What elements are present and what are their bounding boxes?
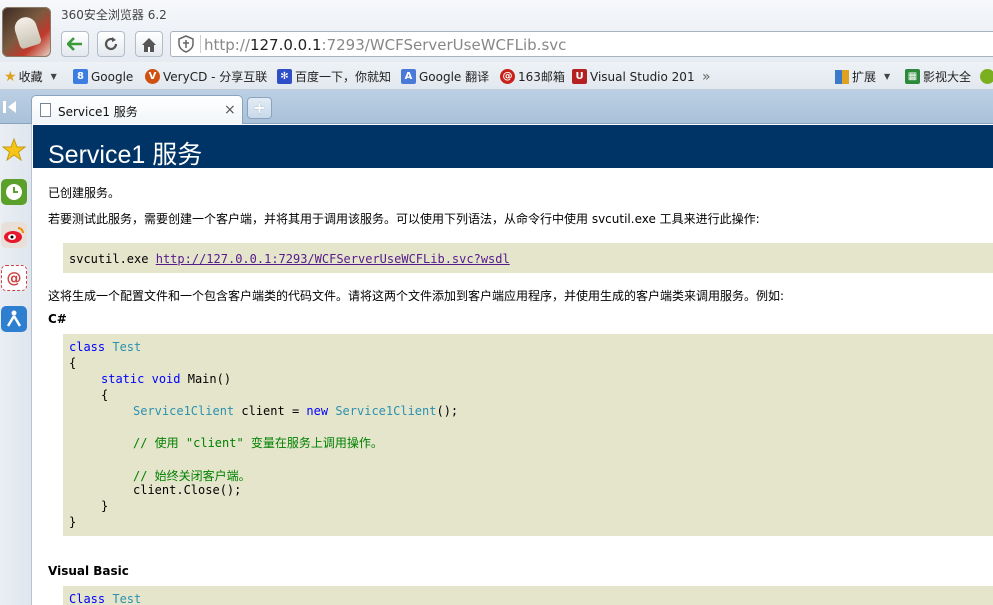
svcutil-exe: svcutil.exe — [69, 252, 149, 266]
svcutil-command: svcutil.exe http://127.0.0.1:7293/WCFSer… — [69, 252, 510, 266]
security-shield-icon — [178, 35, 194, 53]
bookmark-label: 收藏 — [18, 70, 43, 84]
test-instructions-text: 若要测试此服务，需要创建一个客户端，并将其用于调用该服务。可以使用下列语法，从命… — [48, 212, 760, 226]
bookmark-label: 影视大全 — [923, 70, 972, 84]
back-button[interactable] — [61, 31, 89, 57]
mail-sidebar-icon[interactable]: @ — [1, 265, 27, 291]
browser-logo — [2, 7, 51, 57]
code-comment: // 始终关闭客户端。 — [133, 469, 251, 483]
left-sidebar: @ — [0, 124, 32, 605]
address-bar[interactable]: http://127.0.0.1:7293/WCFServerUseWCFLib… — [170, 31, 993, 57]
code-line: Service1Client client = new Service1Clie… — [133, 404, 459, 418]
page-content: Service1 服务 已创建服务。 若要测试此服务，需要创建一个客户端，并将其… — [33, 125, 993, 605]
bookmark-label: 百度一下，你就知 — [295, 70, 392, 84]
url-host: 127.0.0.1 — [249, 36, 322, 54]
runner-icon — [6, 310, 22, 327]
bookmark-label: VeryCD - 分享互联 — [163, 70, 268, 84]
home-icon — [142, 37, 156, 52]
code-line: static void Main() — [101, 372, 232, 386]
url-path: :7293/WCFServerUseWCFLib.svc — [321, 36, 567, 54]
new-tab-button[interactable]: + — [247, 97, 272, 119]
google-icon: 8 — [73, 69, 88, 84]
bookmark-label: Google 翻译 — [419, 70, 490, 84]
url-scheme: http:// — [204, 36, 250, 54]
tab-strip: Service1 服务 × + — [0, 90, 993, 124]
dropdown-caret-icon: ▼ — [884, 72, 891, 81]
wsdl-link[interactable]: http://127.0.0.1:7293/WCFServerUseWCFLib… — [156, 252, 510, 266]
clock-icon — [6, 184, 22, 200]
refresh-button[interactable] — [97, 31, 125, 57]
code-line: { — [101, 388, 109, 402]
code-line: { — [69, 356, 77, 370]
refresh-icon — [104, 37, 118, 51]
history-sidebar-icon[interactable] — [1, 179, 27, 205]
generates-text: 这将生成一个配置文件和一个包含客户端类的代码文件。请将这两个文件添加到客户端应用… — [48, 289, 785, 303]
extensions-icon — [835, 69, 849, 84]
extension-icon — [980, 69, 993, 84]
csharp-heading: C# — [48, 312, 67, 326]
code-line: class Test — [69, 340, 142, 354]
baidu-icon: ✻ — [277, 69, 292, 84]
vb-heading: Visual Basic — [48, 564, 129, 578]
bookmark-label: 163邮箱 — [518, 70, 565, 84]
svcutil-command-block: svcutil.exe http://127.0.0.1:7293/WCFSer… — [63, 242, 993, 273]
home-button[interactable] — [135, 31, 163, 57]
bookmark-favorites[interactable]: ★ 收藏 ▼ — [4, 68, 57, 85]
film-icon: ▦ — [905, 69, 920, 84]
bookmark-verycd[interactable]: V VeryCD - 分享互联 — [145, 68, 267, 85]
bookmark-google-translate[interactable]: A Google 翻译 — [401, 68, 489, 85]
bookmarks-overflow-chevron[interactable]: » — [702, 68, 711, 85]
bookmark-label: Google — [91, 69, 134, 84]
visualstudio-icon: U — [572, 69, 587, 84]
page-icon — [40, 103, 51, 117]
tab-label: Service1 服务 — [58, 105, 138, 119]
csharp-code-block: class Test { static void Main() { Servic… — [63, 333, 993, 536]
url-text[interactable]: http://127.0.0.1:7293/WCFServerUseWCFLib… — [204, 36, 566, 54]
address-separator — [200, 35, 201, 53]
code-line: } — [101, 499, 109, 513]
bookmark-163-mail[interactable]: @ 163邮箱 — [500, 68, 565, 85]
translate-icon: A — [401, 69, 416, 84]
extensions-menu[interactable]: 扩展 ▼ — [835, 68, 890, 85]
dropdown-caret-icon: ▼ — [50, 72, 57, 81]
code-comment: // 使用 "client" 变量在服务上调用操作。 — [133, 436, 383, 450]
overflow-extension-icon[interactable] — [980, 68, 993, 85]
verycd-icon: V — [145, 69, 160, 84]
weibo-sidebar-icon[interactable] — [1, 222, 27, 248]
weibo-icon — [4, 227, 24, 243]
star-icon: ★ — [4, 68, 17, 85]
app-title: 360安全浏览器 6.2 — [61, 8, 167, 22]
favorites-sidebar-icon[interactable] — [1, 137, 27, 163]
extensions-label: 扩展 — [852, 70, 877, 84]
tab-service1[interactable]: Service1 服务 × — [31, 95, 243, 124]
bookmark-label: Visual Studio 201 — [590, 69, 695, 84]
code-line: Class Test — [69, 592, 142, 605]
bookmark-baidu[interactable]: ✻ 百度一下，你就知 — [277, 68, 391, 85]
at-sign-icon: @ — [6, 269, 22, 287]
bookmark-google[interactable]: 8 Google — [73, 68, 133, 85]
code-line: } — [69, 515, 77, 529]
collapse-sidebar-icon — [3, 101, 16, 113]
app-sidebar-icon[interactable] — [1, 306, 27, 332]
browser-titlebar: 360安全浏览器 6.2 http://127.0.0.1:7293/WCFSe… — [0, 0, 993, 62]
close-tab-icon[interactable]: × — [224, 102, 236, 118]
bookmark-film[interactable]: ▦ 影视大全 — [905, 68, 971, 85]
sidebar-toggle[interactable] — [0, 95, 22, 119]
mail163-icon: @ — [500, 69, 515, 84]
bookmarks-bar: ★ 收藏 ▼ 8 Google V VeryCD - 分享互联 ✻ 百度一下，你… — [0, 62, 993, 90]
vb-code-block: Class Test — [63, 585, 993, 605]
star-icon — [2, 138, 26, 162]
back-arrow-icon — [67, 37, 82, 51]
code-line: client.Close(); — [133, 483, 242, 497]
page-title: Service1 服务 — [33, 125, 993, 169]
bookmark-visual-studio[interactable]: U Visual Studio 201 — [572, 68, 695, 85]
service-created-text: 已创建服务。 — [48, 186, 121, 200]
